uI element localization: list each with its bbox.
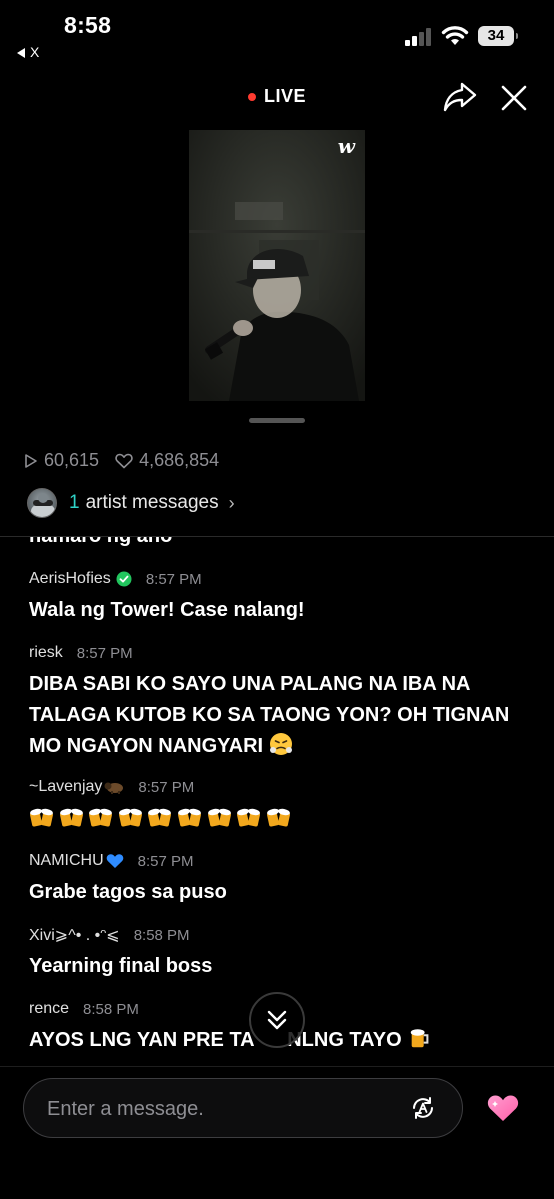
message-text: DIBA SABI KO SAYO UNA PALANG NA IBA NA T… — [29, 669, 529, 762]
message-text: Yearning final boss — [29, 955, 213, 977]
message-header: NAMICHU 8:57 PM — [29, 851, 529, 871]
stats-row: 60,615 4,686,854 — [24, 450, 235, 471]
message-username[interactable]: Xivi⩾^• . •ᵔ⩽ — [29, 925, 120, 945]
heart-outline-icon — [115, 453, 133, 468]
artist-messages-text: 1 artist messages — [69, 492, 219, 514]
chat-message: Xivi⩾^• . •ᵔ⩽ 8:58 PM Yearning final bos… — [29, 925, 529, 982]
chat-message: ~Lavenjay 8:57 PM — [29, 777, 529, 829]
status-bar: 8:58 X 34 — [0, 0, 554, 70]
message-time: 8:58 PM — [133, 926, 190, 944]
message-header: Xivi⩾^• . •ᵔ⩽ 8:58 PM — [29, 925, 529, 945]
chat-message: riesk 8:57 PM DIBA SABI KO SAYO UNA PALA… — [29, 643, 529, 762]
message-time: 8:57 PM — [76, 644, 133, 662]
clinking-beer-icon — [237, 808, 261, 827]
clinking-beer-icon — [118, 808, 142, 827]
beer-mug-icon — [410, 1029, 429, 1048]
message-username[interactable]: AerisHofies — [29, 570, 111, 588]
heart-like-icon[interactable] — [486, 1092, 520, 1124]
back-triangle-icon — [17, 48, 25, 59]
chat-message: NAMICHU 8:57 PM Grabe tagos sa puso — [29, 851, 529, 908]
message-time: 8:57 PM — [138, 778, 195, 796]
share-icon[interactable] — [442, 80, 478, 114]
message-input[interactable]: Enter a message. — [23, 1078, 463, 1138]
like-count-value: 4,686,854 — [139, 450, 220, 470]
message-time: 8:57 PM — [137, 852, 194, 870]
live-video[interactable]: w — [189, 130, 365, 401]
live-badge: LIVE — [247, 86, 306, 107]
artist-messages-count: 1 — [69, 492, 80, 513]
message-input-placeholder: Enter a message. — [47, 1098, 204, 1120]
bison-icon — [104, 782, 124, 794]
clinking-beer-icon — [59, 808, 83, 827]
translate-icon[interactable] — [410, 1095, 436, 1121]
clinking-beer-icon — [89, 808, 113, 827]
face-with-steam-icon — [270, 733, 293, 755]
message-username[interactable]: ~Lavenjay — [29, 778, 102, 796]
artist-messages-button[interactable]: 1 artist messages › — [27, 488, 235, 518]
clinking-beer-icon — [148, 808, 172, 827]
message-username[interactable]: riesk — [29, 644, 63, 662]
back-app-label: X — [30, 44, 40, 60]
like-count: 4,686,854 — [115, 450, 219, 471]
chevron-right-icon: › — [228, 492, 235, 513]
live-label: LIVE — [263, 86, 306, 106]
clinking-beer-icon — [266, 808, 290, 827]
message-text-content: AYOS LNG YAN PRE TA NLNG TAYO — [29, 1029, 402, 1051]
chat-message: AerisHofies 8:57 PM Wala ng Tower! Case … — [29, 569, 529, 626]
message-username[interactable]: NAMICHU — [29, 852, 104, 870]
play-icon — [25, 453, 37, 468]
scroll-to-bottom-button[interactable] — [249, 992, 305, 1048]
message-time: 8:57 PM — [145, 570, 202, 588]
battery-indicator: 34 — [478, 26, 518, 46]
message-header: AerisHofies 8:57 PM — [29, 569, 529, 589]
divider — [0, 1066, 554, 1067]
message-header: riesk 8:57 PM — [29, 643, 529, 663]
back-to-app-button[interactable]: X — [17, 44, 39, 60]
video-logo: w — [337, 134, 355, 158]
double-chevron-down-icon — [267, 1010, 287, 1030]
chat-list[interactable]: namaro ng ano AerisHofies 8:57 PM Wala n… — [0, 537, 554, 1065]
play-count: 60,615 — [24, 450, 99, 471]
beer-emoji-row — [29, 803, 529, 829]
blue-heart-icon — [106, 854, 123, 868]
close-icon[interactable] — [498, 82, 530, 114]
cut-off-message: namaro ng ano — [29, 537, 172, 548]
message-username[interactable]: rence — [29, 1000, 69, 1018]
wifi-icon — [441, 26, 469, 45]
live-dot-icon — [247, 92, 256, 101]
cellular-signal-icon — [405, 28, 433, 46]
artist-avatar — [27, 488, 57, 518]
verified-icon — [116, 571, 132, 587]
status-time: 8:58 — [64, 12, 112, 38]
message-text: Wala ng Tower! Case nalang! — [29, 599, 305, 621]
clinking-beer-icon — [207, 808, 231, 827]
clinking-beer-icon — [177, 808, 201, 827]
message-header: ~Lavenjay 8:57 PM — [29, 777, 529, 797]
drag-handle[interactable] — [249, 418, 305, 423]
play-count-value: 60,615 — [44, 450, 100, 470]
clinking-beer-icon — [30, 808, 53, 827]
message-time: 8:58 PM — [83, 1000, 139, 1018]
artist-messages-label: artist messages — [85, 492, 219, 513]
message-text: Grabe tagos sa puso — [29, 881, 227, 903]
